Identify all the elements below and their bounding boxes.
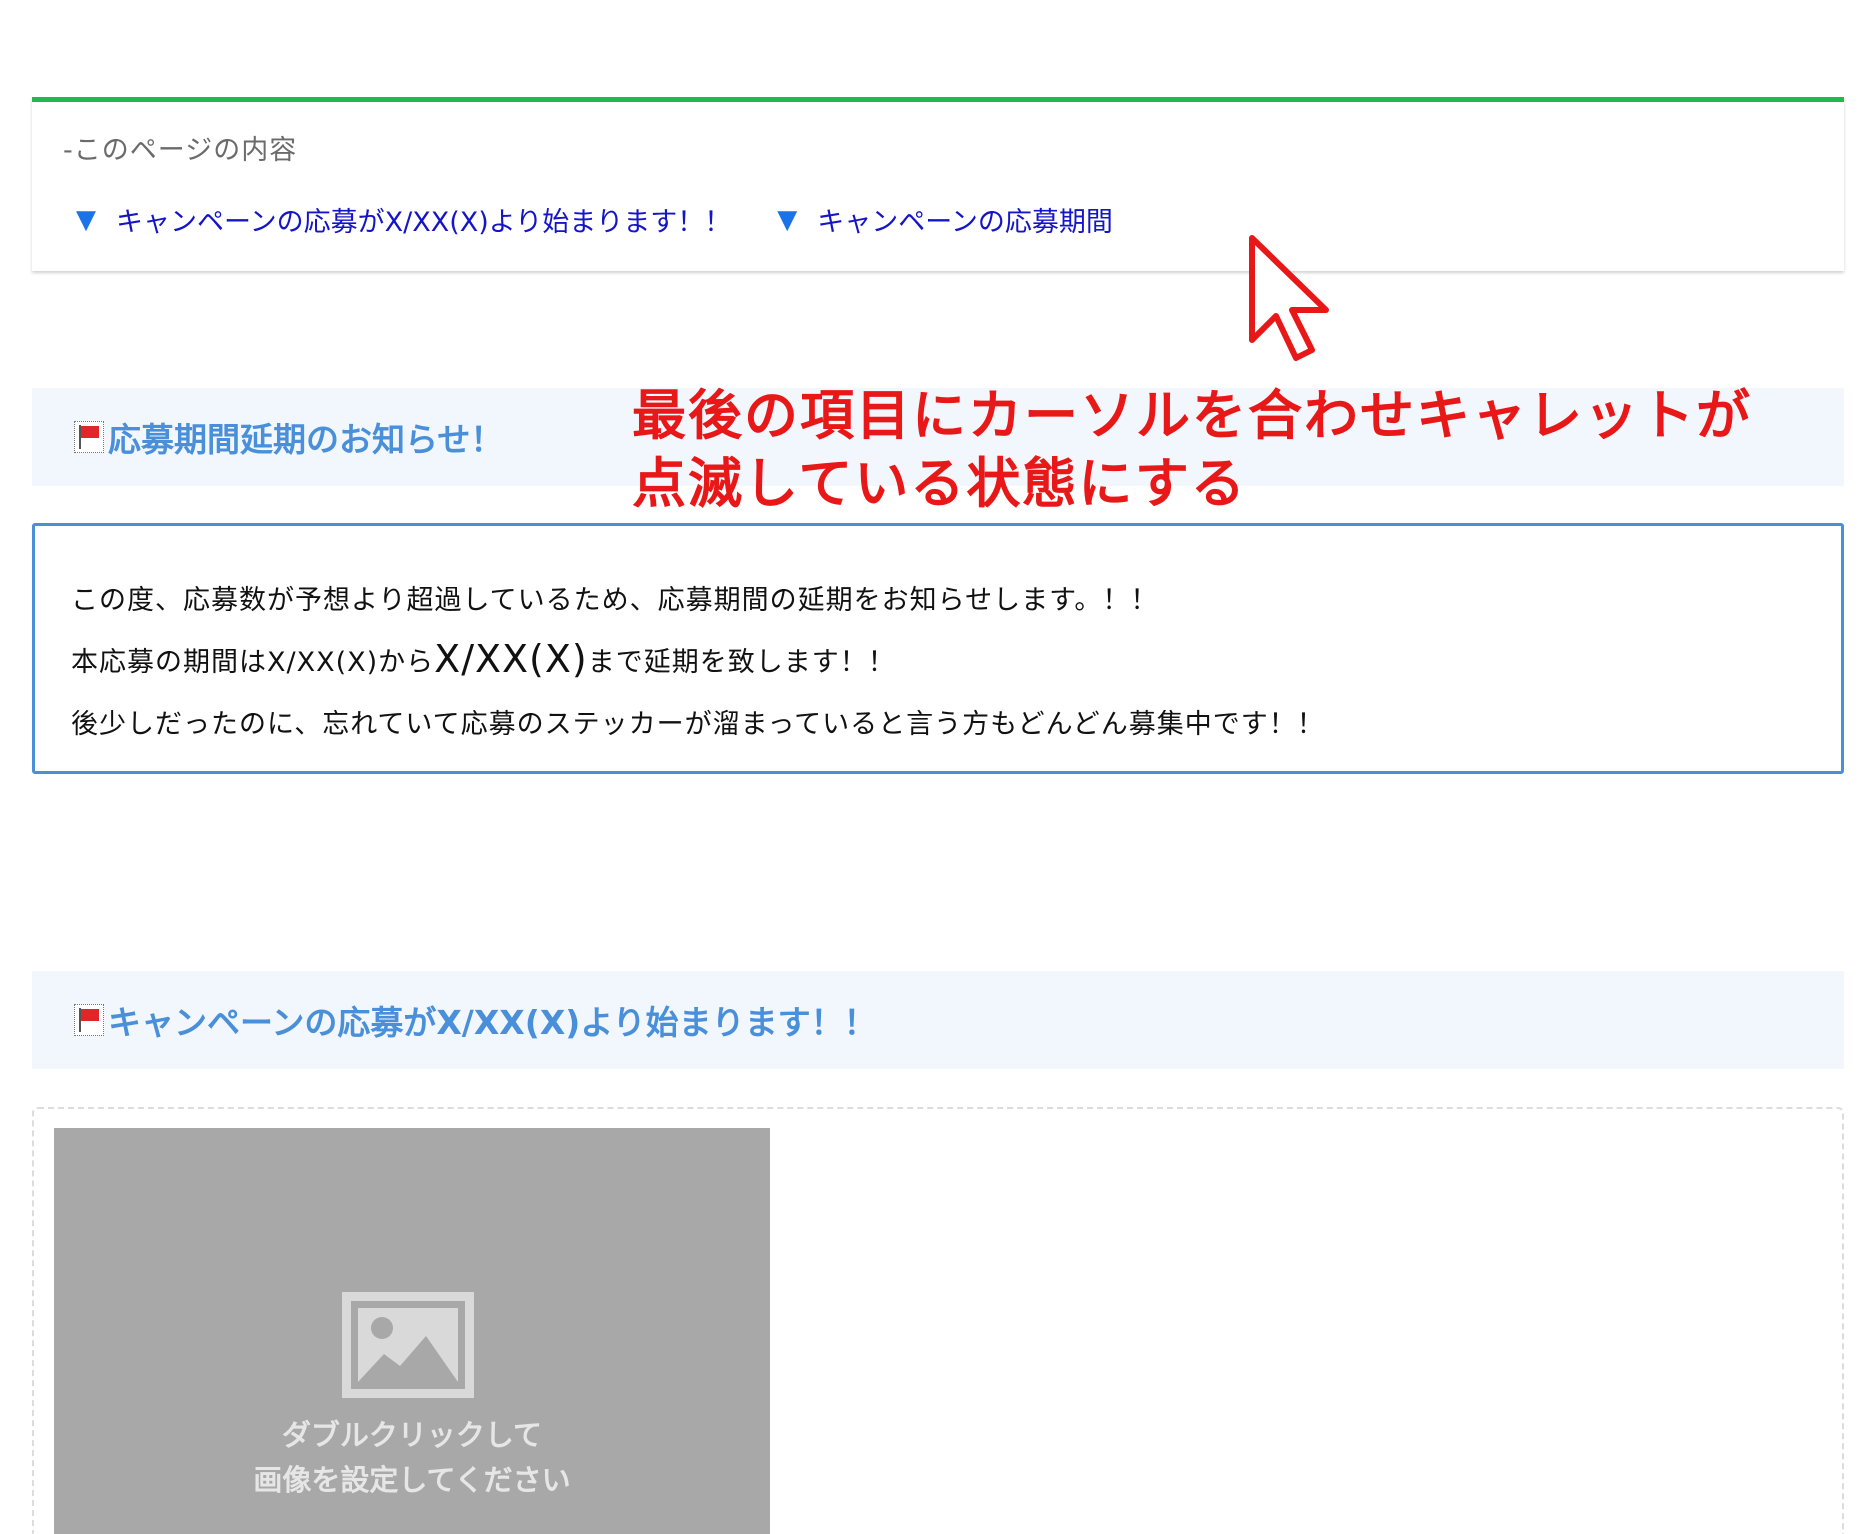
notice-box[interactable]: この度、応募数が予想より超過しているため、応募期間の延期をお知らせします。！！ …: [32, 523, 1844, 774]
placeholder-line-1: ダブルクリックして: [281, 1418, 543, 1452]
instruction-annotation: 最後の項目にカーソルを合わせキャレットが 点滅している状態にする: [632, 382, 1752, 518]
mouse-cursor-icon: [1249, 235, 1329, 361]
notice-line-1: この度、応募数が予想より超過しているため、応募期間の延期をお知らせします。！！: [71, 584, 1159, 616]
toc-link-label: キャンペーンの応募期間: [817, 207, 1113, 238]
toc-link-campaign-period[interactable]: ▼ キャンペーンの応募期間: [777, 200, 1113, 239]
notice-line-3: 後少しだったのに、忘れていて応募のステッカーが溜まっていると言う方もどんどん募集…: [71, 708, 1325, 740]
picture-icon: [342, 1292, 474, 1398]
annotation-line-1: 最後の項目にカーソルを合わせキャレットが: [632, 384, 1752, 447]
section-heading-campaign-start: キャンペーンの応募がX/XX(X)より始まります！！: [32, 971, 1844, 1069]
notice-line-2: 本応募の期間はX/XX(X)から X/XX(X) まで延期を致します！！: [71, 628, 1841, 690]
triangle-down-icon: ▼: [777, 204, 798, 235]
notice-line-2-date: X/XX(X): [434, 637, 588, 681]
flag-icon: [74, 1004, 104, 1036]
notice-line-2-start: 本応募の期間はX/XX(X)から: [71, 646, 435, 678]
image-placeholder-text: ダブルクリックして 画像を設定してください: [54, 1413, 770, 1503]
toc-link-campaign-start[interactable]: ▼ キャンペーンの応募がX/XX(X)より始まります！！: [76, 200, 731, 239]
table-of-contents: -このページの内容 ▼ キャンペーンの応募がX/XX(X)より始まります！！ ▼…: [32, 97, 1844, 271]
placeholder-line-2: 画像を設定してください: [253, 1463, 571, 1497]
flag-icon: [74, 421, 104, 453]
triangle-down-icon: ▼: [76, 204, 96, 235]
image-placeholder[interactable]: ダブルクリックして 画像を設定してください: [54, 1128, 770, 1534]
toc-link-label: キャンペーンの応募がX/XX(X)より始まります！！: [116, 207, 732, 238]
page: -このページの内容 ▼ キャンペーンの応募がX/XX(X)より始まります！！ ▼…: [0, 0, 1870, 1534]
toc-title: -このページの内容: [63, 135, 298, 166]
notice-line-2-end: まで延期を致します！！: [587, 646, 896, 678]
section-heading-text: キャンペーンの応募がX/XX(X)より始まります！！: [108, 1003, 877, 1042]
toc-links: ▼ キャンペーンの応募がX/XX(X)より始まります！！ ▼ キャンペーンの応募…: [76, 200, 1159, 239]
section-heading-text: 応募期間延期のお知らせ！: [108, 420, 504, 459]
annotation-line-2: 点滅している状態にする: [632, 452, 1247, 515]
